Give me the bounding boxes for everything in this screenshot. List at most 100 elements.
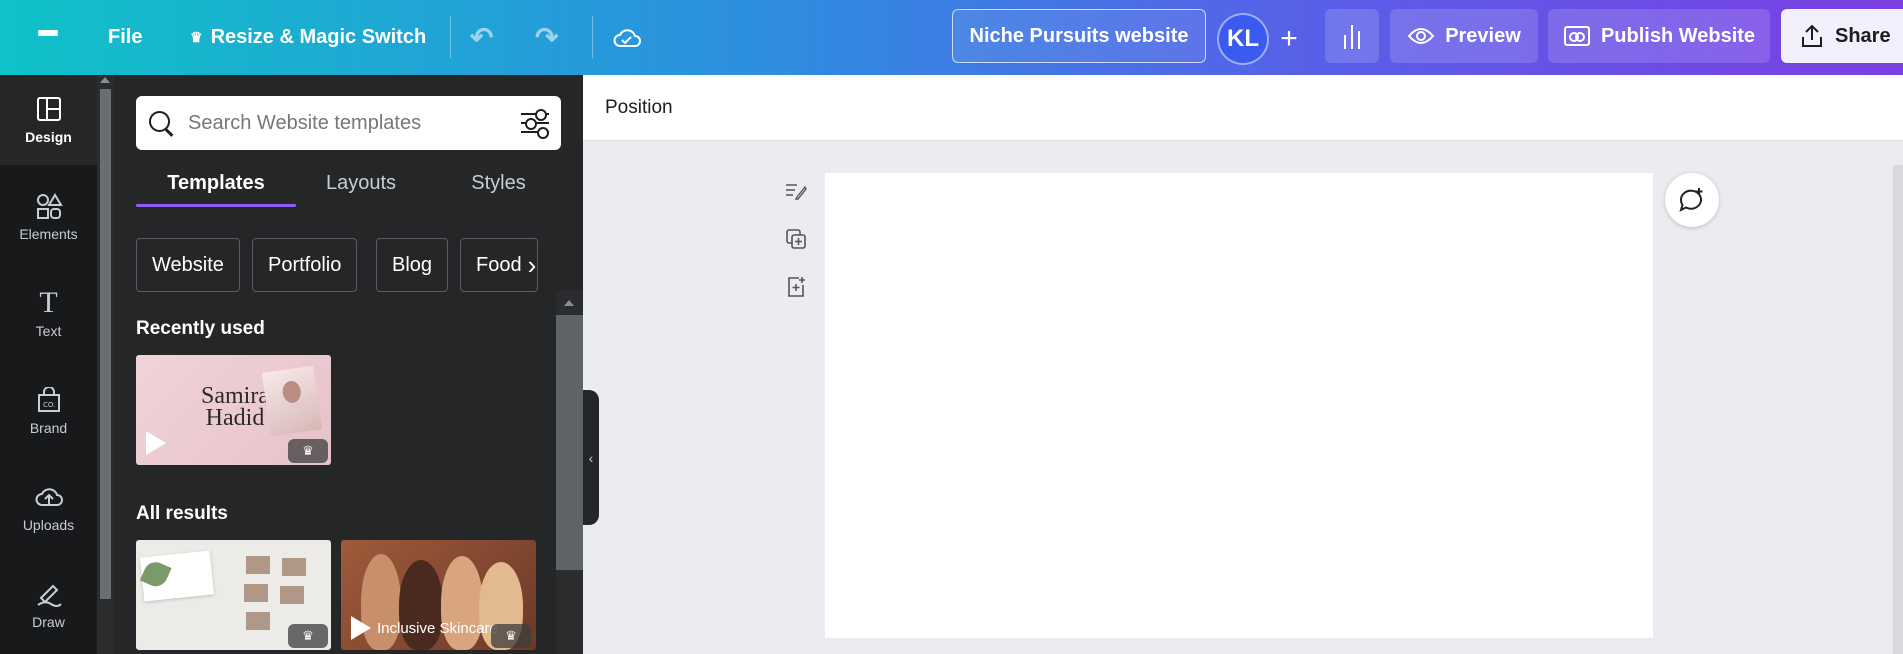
all-results-heading: All results — [136, 503, 228, 524]
template-thumbnail-result-2[interactable]: Inclusive Skincare ♛ — [341, 540, 536, 650]
rail-label: Text — [35, 323, 62, 339]
share-label: Share — [1835, 24, 1891, 47]
filter-icon[interactable] — [521, 109, 549, 139]
rail-label: Design — [25, 129, 72, 145]
preview-label: Preview — [1445, 24, 1521, 47]
design-title-button[interactable]: Niche Pursuits website — [952, 9, 1206, 63]
template-photo — [261, 365, 323, 437]
add-comment-button[interactable] — [1665, 173, 1719, 227]
file-menu-button[interactable]: File — [108, 0, 142, 75]
page-tools — [780, 175, 812, 315]
file-label: File — [108, 26, 143, 48]
svg-text:CO.: CO. — [43, 401, 55, 409]
rail-item-design[interactable]: Design — [0, 75, 97, 165]
context-toolbar: Position — [583, 75, 1903, 141]
share-icon — [1802, 24, 1822, 47]
preview-button[interactable]: Preview — [1390, 9, 1538, 63]
resize-button[interactable]: ♛ Resize & Magic Switch — [190, 0, 426, 75]
publish-icon — [1563, 26, 1590, 46]
collapse-panel-button[interactable]: ‹ — [583, 390, 599, 525]
template-caption: Inclusive Skincare — [377, 620, 498, 637]
chip-blog[interactable]: Blog — [376, 238, 449, 292]
add-collaborator-button[interactable]: + — [1267, 13, 1311, 65]
undo-button[interactable]: ↶ — [470, 0, 493, 75]
design-title: Niche Pursuits website — [969, 24, 1189, 47]
publish-label: Publish Website — [1600, 24, 1756, 47]
scrollbar-thumb[interactable] — [556, 315, 583, 570]
chips-next-button[interactable]: › — [518, 238, 546, 292]
divider — [592, 16, 593, 58]
page-notes-button[interactable] — [780, 175, 812, 207]
cloud-upload-icon — [34, 483, 64, 511]
rail-item-text[interactable]: T Text — [0, 269, 97, 359]
template-card-graphic — [139, 550, 215, 602]
canvas-scrollbar[interactable] — [1893, 165, 1903, 654]
panel-tabs: Templates Layouts Styles — [136, 160, 561, 207]
play-icon — [351, 616, 371, 640]
rail-item-elements[interactable]: Elements — [0, 172, 97, 262]
chip-label: Website — [152, 253, 224, 276]
top-bar: File ♛ Resize & Magic Switch ↶ ↷ Niche P… — [0, 0, 1903, 75]
divider — [450, 16, 451, 58]
add-page-button[interactable] — [780, 271, 812, 303]
draw-icon — [35, 580, 63, 608]
panel-scrollbar[interactable] — [556, 290, 583, 654]
tab-styles[interactable]: Styles — [436, 160, 561, 206]
cloud-check-icon — [613, 28, 641, 47]
tile-graphic — [246, 556, 270, 574]
scroll-up-arrow-icon[interactable] — [100, 77, 110, 83]
play-icon — [146, 431, 166, 455]
comment-add-icon — [1679, 188, 1703, 212]
search-input[interactable] — [174, 111, 521, 135]
rail-label: Elements — [19, 226, 78, 242]
chip-website[interactable]: Website — [136, 238, 240, 292]
rail-label: Uploads — [22, 517, 75, 533]
tab-layouts[interactable]: Layouts — [296, 160, 426, 206]
save-status-button[interactable] — [612, 0, 642, 75]
template-thumbnail-recent[interactable]: Samira Hadid ♛ — [136, 355, 331, 465]
scrollbar-thumb[interactable] — [100, 89, 111, 599]
avatar[interactable]: KL — [1217, 13, 1269, 65]
rail-item-draw[interactable]: Draw — [0, 560, 97, 650]
add-page-icon — [788, 277, 805, 297]
tab-templates[interactable]: Templates — [136, 160, 296, 207]
scroll-up-arrow-icon[interactable] — [564, 300, 574, 306]
template-thumbnail-result-1[interactable]: ♛ — [136, 540, 331, 650]
crown-icon: ♛ — [190, 29, 203, 45]
notes-icon — [786, 184, 807, 200]
resize-label: Resize & Magic Switch — [210, 26, 427, 48]
duplicate-page-button[interactable] — [780, 223, 812, 255]
shapes-icon — [35, 192, 63, 220]
chip-label: Food — [476, 253, 522, 276]
left-rail: Design Elements T Text CO. Brand Uploads — [0, 75, 97, 654]
tab-label: Layouts — [325, 171, 397, 194]
leaf-graphic — [139, 558, 172, 591]
bar-chart-icon — [1344, 25, 1360, 49]
share-button[interactable]: Share — [1781, 9, 1903, 63]
avatar-initials: KL — [1227, 25, 1259, 52]
tile-graphic — [280, 586, 304, 604]
search-bar[interactable] — [136, 96, 561, 150]
design-canvas[interactable] — [825, 173, 1653, 638]
rail-item-uploads[interactable]: Uploads — [0, 463, 97, 553]
hamburger-icon — [38, 29, 58, 46]
insights-button[interactable] — [1325, 9, 1379, 63]
chip-portfolio[interactable]: Portfolio — [252, 238, 358, 292]
redo-button[interactable]: ↷ — [535, 0, 558, 75]
crown-icon: ♛ — [288, 439, 328, 463]
duplicate-icon — [786, 229, 806, 249]
rail-item-brand[interactable]: CO. Brand — [0, 366, 97, 456]
search-icon — [148, 110, 174, 136]
layout-icon — [36, 95, 62, 123]
chip-label: Blog — [392, 253, 433, 276]
chevron-right-icon: › — [527, 249, 537, 280]
plus-icon: + — [1280, 22, 1298, 55]
text-icon: T — [39, 286, 58, 319]
menu-button[interactable] — [30, 0, 66, 75]
crown-icon: ♛ — [288, 624, 328, 648]
publish-website-button[interactable]: Publish Website — [1548, 9, 1770, 63]
redo-icon: ↷ — [535, 22, 559, 53]
position-button[interactable]: Position — [605, 75, 673, 141]
rail-scrollbar[interactable] — [97, 75, 114, 654]
crown-icon: ♛ — [491, 624, 531, 648]
